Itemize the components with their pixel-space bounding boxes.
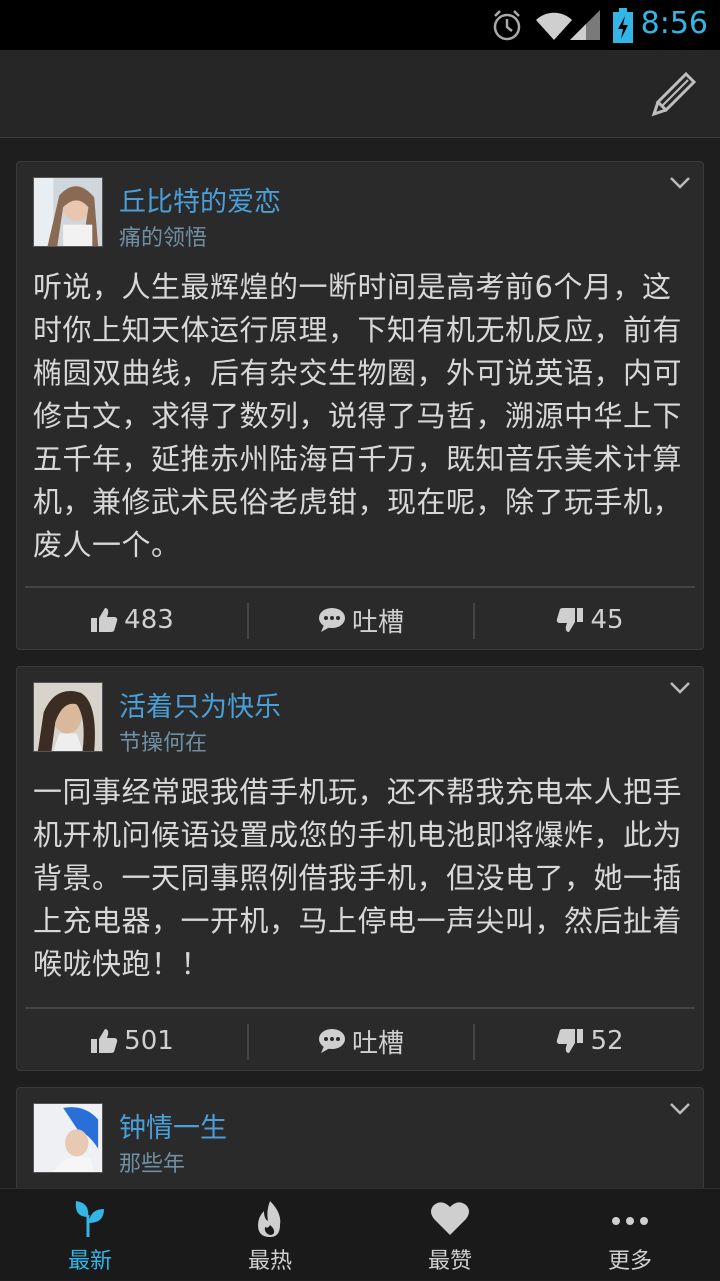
clock: 8:56 [640,6,708,41]
post-content: 听说，人生最辉煌的一断时间是高考前6个月，这时你上知天体运行原理，下知有机无机反… [33,270,683,562]
user-avatar[interactable] [33,682,103,752]
post-category[interactable]: 节操何在 [119,725,207,757]
dislike-button[interactable]: 45 [475,589,703,649]
like-count: 483 [124,605,174,635]
like-button[interactable]: 483 [17,589,247,649]
post-card: 钟情一生 那些年 [16,1087,704,1188]
divider [25,1007,695,1009]
alarm-clock-icon [493,10,521,41]
compose-pencil-icon[interactable] [648,70,698,120]
status-bar: 8:56 [0,0,720,50]
signal-icon [570,10,600,40]
tab-more[interactable]: 更多 [540,1189,720,1281]
chevron-down-icon[interactable] [669,1102,691,1116]
speech-bubble-icon [318,1029,345,1053]
tab-label: 更多 [607,1249,652,1274]
dislike-button[interactable]: 52 [475,1010,703,1070]
heart-icon [431,1202,469,1235]
post-username[interactable]: 活着只为快乐 [119,685,281,724]
tab-label: 最热 [247,1249,292,1274]
comment-button[interactable]: 吐槽 [249,1010,473,1070]
more-icon [612,1217,648,1225]
tab-latest[interactable]: 最新 [0,1189,180,1281]
thumbs-up-icon [91,1029,118,1053]
user-avatar[interactable] [33,1103,103,1173]
dislike-count: 45 [590,605,624,635]
dislike-count: 52 [590,1026,624,1056]
thumbs-down-icon [557,1029,584,1053]
like-count: 501 [124,1026,174,1056]
comment-label: 吐槽 [351,1028,404,1059]
post-content: 一同事经常跟我借手机玩，还不帮我充电本人把手机开机问候语设置成您的手机电池即将爆… [33,775,683,981]
thumbs-up-icon [91,608,118,632]
tab-most-liked[interactable]: 最赞 [360,1189,540,1281]
chevron-down-icon[interactable] [669,176,691,190]
user-avatar[interactable] [33,177,103,247]
post-category[interactable]: 痛的领悟 [119,220,207,252]
bottom-navigation: 最新 最热 最赞 更多 [0,1188,720,1280]
thumbs-down-icon [557,608,584,632]
tab-hottest[interactable]: 最热 [180,1189,360,1281]
comment-button[interactable]: 吐槽 [249,589,473,649]
divider [25,586,695,588]
post-card: 活着只为快乐 节操何在 一同事经常跟我借手机玩，还不帮我充电本人把手机开机问候语… [16,666,704,1071]
speech-bubble-icon [318,608,345,632]
post-actions: 483 吐槽 45 [17,589,703,649]
post-username[interactable]: 丘比特的爱恋 [119,180,281,219]
flame-icon [258,1201,281,1237]
like-button[interactable]: 501 [17,1010,247,1070]
post-card: 丘比特的爱恋 痛的领悟 听说，人生最辉煌的一断时间是高考前6个月，这时你上知天体… [16,161,704,650]
chevron-down-icon[interactable] [669,681,691,695]
tab-label: 最新 [67,1249,112,1274]
post-actions: 501 吐槽 52 [17,1010,703,1070]
comment-label: 吐槽 [351,607,404,638]
battery-charging-icon [613,8,633,43]
action-bar [0,50,720,138]
tab-label: 最赞 [427,1249,472,1274]
post-category[interactable]: 那些年 [119,1146,185,1178]
post-feed[interactable]: 丘比特的爱恋 痛的领悟 听说，人生最辉煌的一断时间是高考前6个月，这时你上知天体… [0,138,720,1188]
sprout-icon [75,1201,104,1237]
post-username[interactable]: 钟情一生 [119,1106,227,1145]
